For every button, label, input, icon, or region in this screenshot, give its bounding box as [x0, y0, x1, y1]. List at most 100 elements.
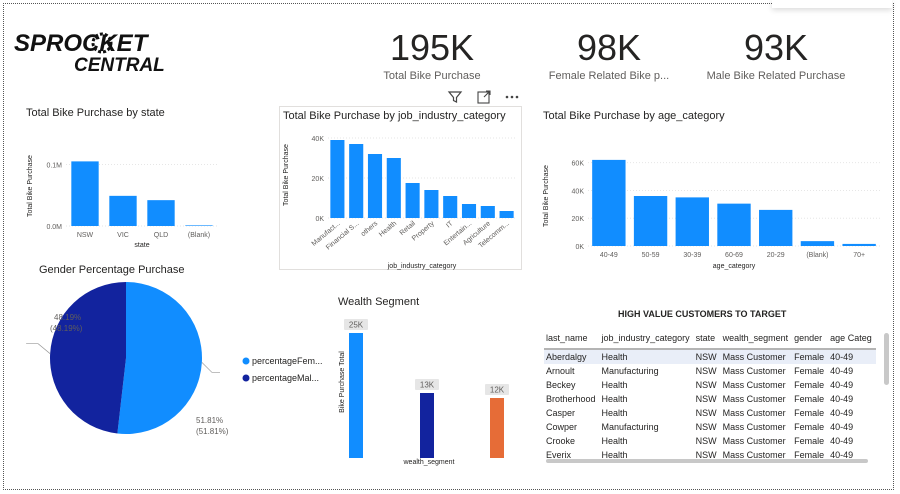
table-vertical-scrollbar[interactable] [884, 333, 889, 385]
column-header[interactable]: gender [792, 333, 829, 350]
more-options-icon[interactable] [504, 89, 520, 105]
data-label: (51.81%) [196, 427, 229, 436]
pie-slice [49, 282, 126, 434]
x-tick-label: IT [445, 220, 455, 230]
table-row[interactable]: Crooke Health NSW Mass Customer Female 40-49 [544, 434, 876, 448]
table-cell: NSW [695, 422, 717, 432]
column-header[interactable]: job_industry_category [599, 333, 694, 350]
bar [330, 140, 345, 218]
data-label: 12K [490, 386, 505, 395]
x-tick-label: 60-69 [725, 252, 743, 259]
table-cell: Mass Customer [722, 436, 786, 446]
table-row[interactable]: Aberdalgy Health NSW Mass Customer Female 40-… [544, 349, 876, 364]
x-tick-label: 30-39 [683, 252, 701, 259]
column-header[interactable]: age Categ [828, 333, 876, 350]
bar [717, 203, 751, 246]
table-cell: Female [794, 380, 825, 390]
bar [800, 241, 835, 246]
pie-slice [117, 282, 202, 434]
kpi-value: 195K [389, 27, 475, 68]
column-header[interactable]: state [693, 333, 721, 350]
table-cell: Female [794, 422, 825, 432]
table-horizontal-scrollbar[interactable] [546, 459, 868, 463]
chart-state[interactable]: 0.0M 0.1M NSW VIC QLD (Blank) state Total Bike … [22, 120, 232, 252]
legend-marker [242, 357, 250, 365]
data-label: 48.19% [54, 313, 81, 322]
bar [759, 209, 793, 246]
x-tick-label: 70+ [853, 252, 865, 259]
legend-label: percentageMal... [252, 373, 319, 383]
chart-wealth-segment[interactable]: 25K 13K 12K wealth_segment Bike Purchase Tot… [334, 312, 524, 470]
kpi-value: 98K [576, 27, 642, 68]
y-tick-label: 40K [572, 188, 585, 195]
x-axis-title: state [134, 242, 149, 249]
table-row[interactable]: Brotherhood Health NSW Mass Customer Female 4… [544, 392, 876, 406]
bar [842, 243, 876, 246]
y-axis-title: Total Bike Purchase [543, 165, 550, 227]
column-header[interactable]: last_name [544, 333, 600, 350]
table-cell: NSW [695, 394, 717, 404]
legend-marker [242, 374, 250, 382]
bar [490, 398, 504, 458]
legend-label: percentageFem... [252, 356, 323, 366]
chart-title-gender: Gender Percentage Purchase [39, 264, 185, 276]
bar [349, 333, 363, 458]
y-axis-title: Bike Purchase Total [339, 351, 346, 413]
x-tick-label: (Blank) [806, 252, 828, 259]
kpi-label: Total Bike Purchase [383, 70, 481, 82]
sprocket-central-logo: SPROCKET CENTRAL [14, 30, 165, 74]
chart-job-industry[interactable]: 0K20K40KManufact...Financial S... othersH… [280, 122, 520, 270]
bar [443, 196, 458, 218]
bar [424, 190, 439, 218]
table-cell: 40-49 [830, 366, 854, 376]
y-axis-title: Total Bike Purchase [27, 155, 34, 217]
y-tick-label: 20K [572, 216, 585, 223]
table-cell: Mass Customer [722, 422, 786, 432]
filter-icon[interactable] [447, 89, 463, 105]
data-label: (48.19%) [50, 324, 83, 333]
table-cell: Health [601, 408, 628, 418]
x-tick-label: NSW [77, 232, 94, 239]
bar [386, 158, 401, 218]
table-row[interactable]: Arnoult Manufacturing NSW Mass Customer Fema… [544, 364, 876, 378]
y-tick-label: 0.0M [46, 224, 62, 231]
chart-title-state: Total Bike Purchase by state [26, 107, 165, 119]
table-cell: NSW [695, 436, 717, 446]
table-cell: Health [599, 349, 694, 364]
table-cell: Mass Customer [720, 349, 793, 364]
bar [499, 211, 514, 218]
table-cell: 40-49 [830, 380, 854, 390]
bar [675, 197, 709, 246]
bar [185, 225, 213, 226]
table-cell: Beckey [546, 380, 576, 390]
y-tick-label: 0K [315, 216, 324, 223]
x-tick-label: Health [378, 220, 398, 238]
table-cell: NSW [695, 408, 717, 418]
table-cell: NSW [695, 366, 717, 376]
table-cell: Brotherhood [546, 394, 596, 404]
focus-mode-icon[interactable] [476, 89, 492, 105]
x-tick-label: QLD [154, 232, 168, 239]
x-tick-label: VIC [117, 232, 129, 239]
chart-age-category[interactable]: 0K 20K 40K 60K 40-49 50-59 30-39 60-69 20-29 (Bla… [538, 130, 888, 272]
table-row[interactable]: Casper Health NSW Mass Customer Female 40-49 [544, 406, 876, 420]
chart-gender-pie[interactable]: 51.81% (51.81%) 48.19% (48.19%) percentageFe… [20, 280, 340, 460]
kpi-value: 93K [743, 27, 809, 68]
table-cell: NSW [693, 349, 721, 364]
bar [349, 144, 364, 218]
chart-title-wealth: Wealth Segment [338, 296, 420, 308]
table-cell: NSW [695, 380, 717, 390]
bar [367, 154, 383, 218]
column-header[interactable]: wealth_segment [720, 333, 793, 350]
data-label: 25K [349, 321, 364, 330]
table-row[interactable]: Beckey Health NSW Mass Customer Female 40-49 [544, 378, 876, 392]
high-value-customers-table[interactable]: last_name job_industry_category state wealt… [544, 333, 876, 462]
y-tick-label: 20K [312, 176, 325, 183]
table-row[interactable]: Cowper Manufacturing NSW Mass Customer Femal… [544, 420, 876, 434]
x-tick-label: (Blank) [188, 232, 210, 239]
table-cell: Health [601, 394, 628, 404]
bar [592, 159, 626, 246]
bar [461, 204, 477, 218]
x-tick-label: others [360, 220, 380, 238]
logo-line1: SPROCKET [14, 30, 150, 57]
